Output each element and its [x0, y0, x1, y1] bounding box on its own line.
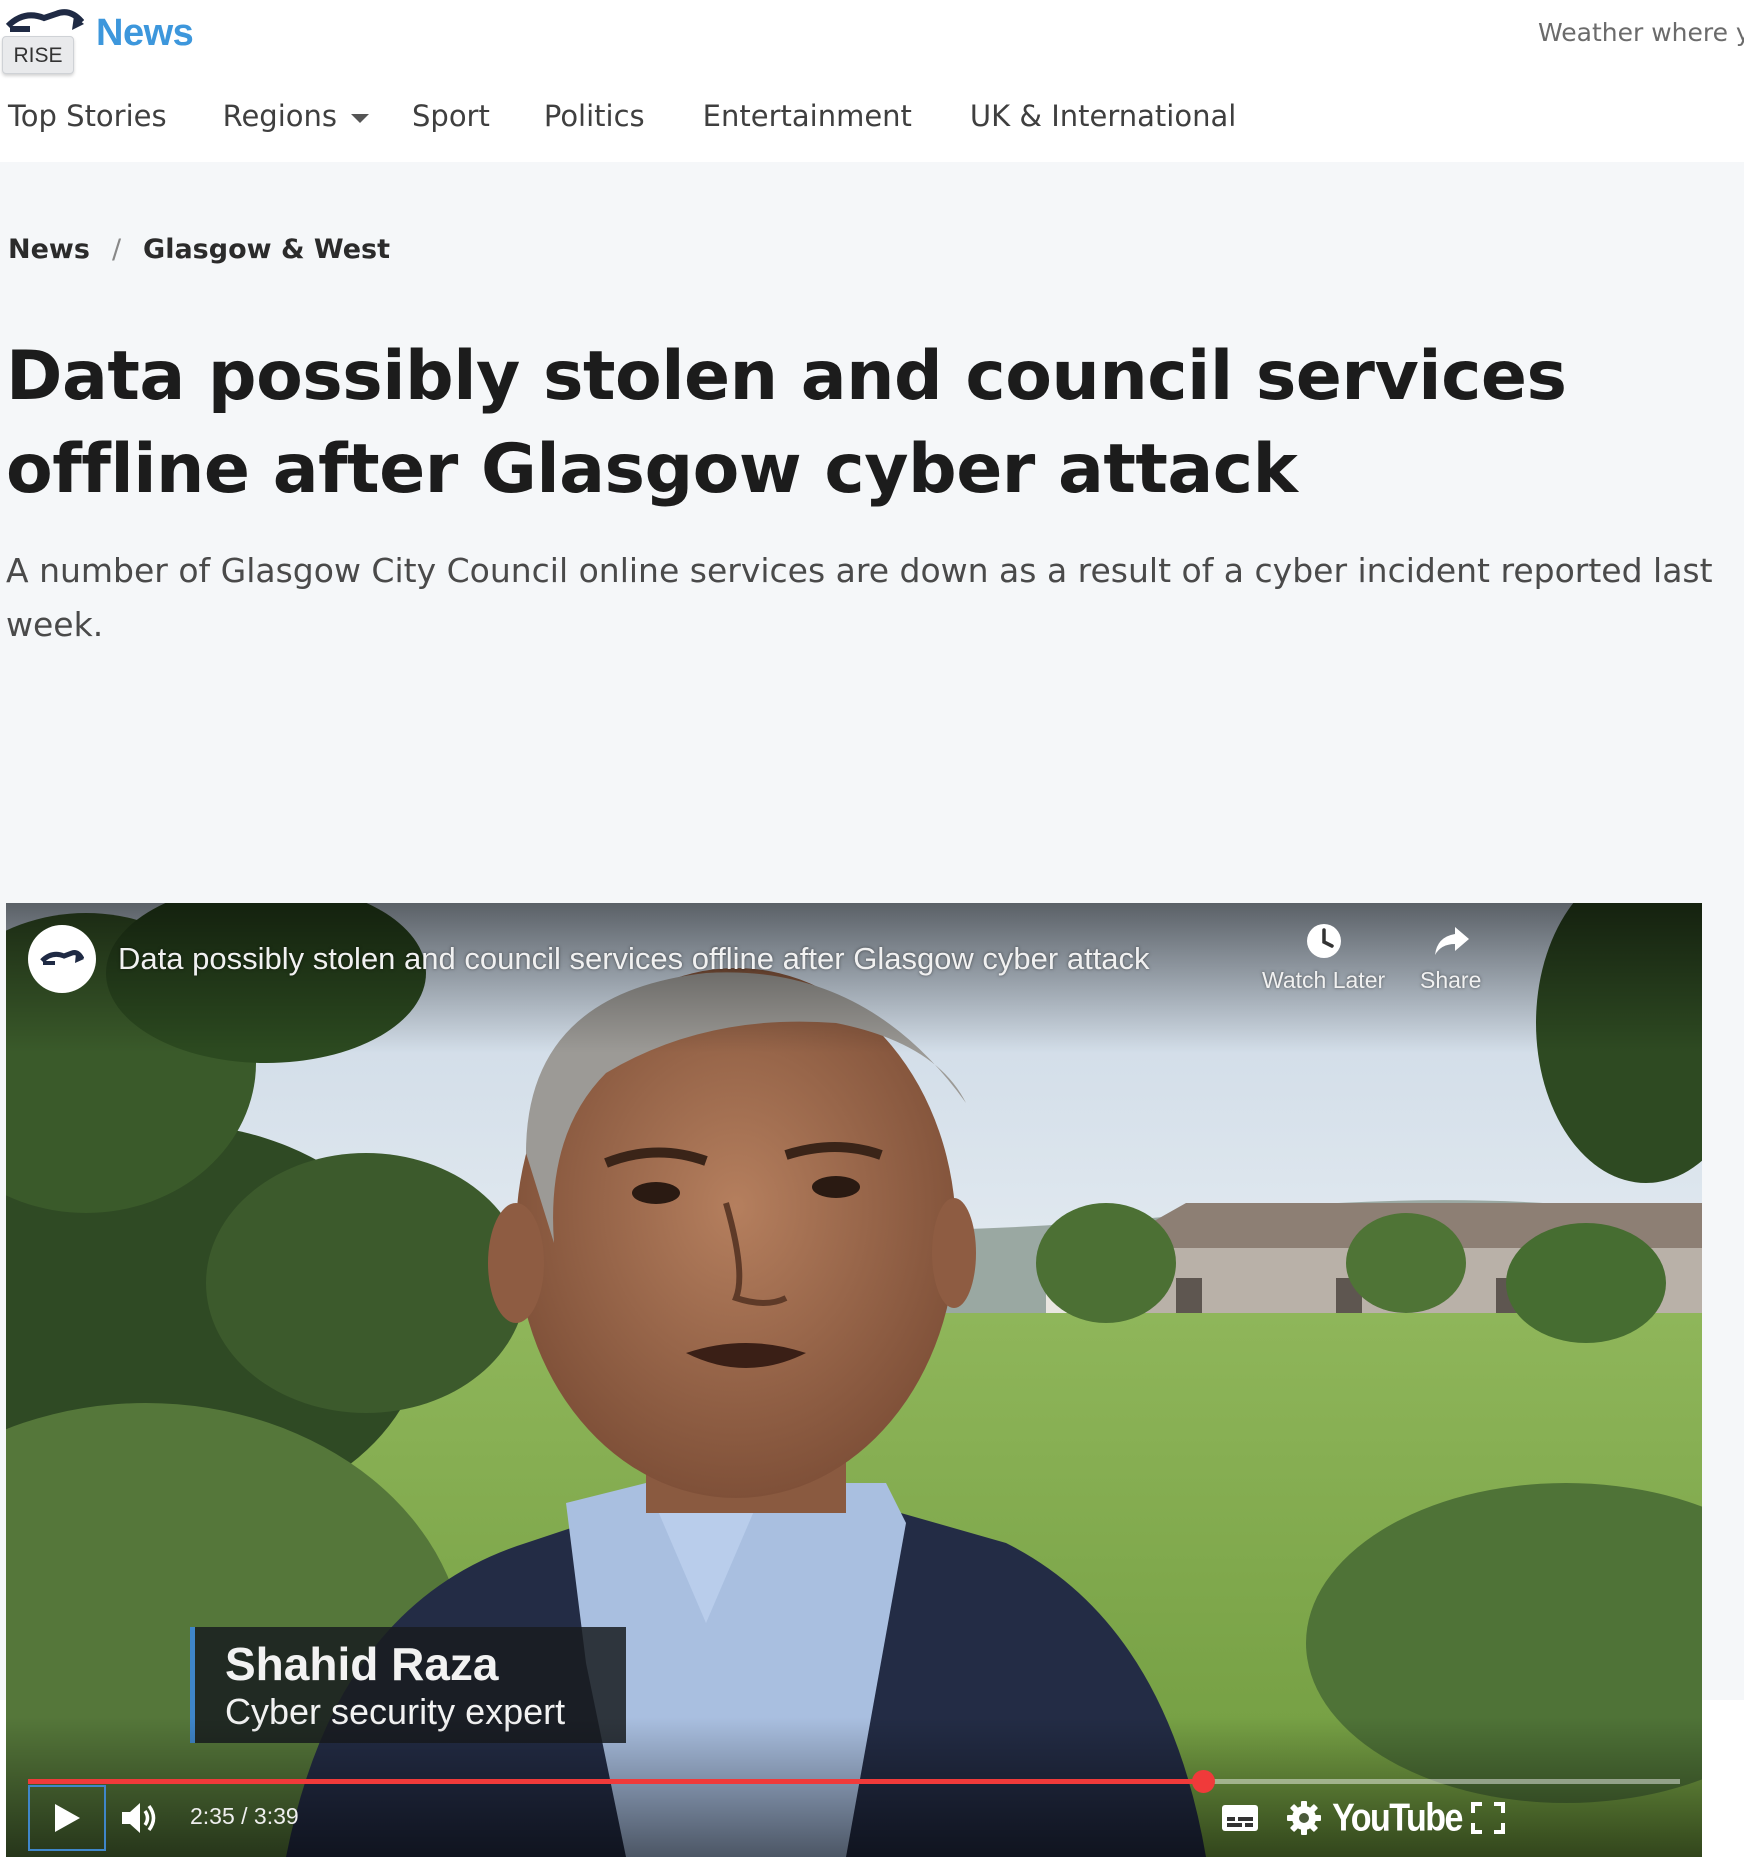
- nav-item-label: UK & International: [969, 99, 1237, 133]
- volume-icon: [122, 1803, 156, 1833]
- channel-avatar[interactable]: [28, 925, 96, 993]
- article-standfirst: A number of Glasgow City Council online …: [6, 551, 1713, 644]
- play-button[interactable]: [28, 1785, 106, 1851]
- news-brand-label[interactable]: News: [96, 12, 194, 55]
- nav-item-politics[interactable]: Politics: [544, 99, 645, 133]
- play-icon: [55, 1804, 80, 1832]
- watch-later-button[interactable]: Watch Later: [1262, 921, 1385, 994]
- nav-item-label: Top Stories: [8, 99, 167, 133]
- chevron-down-icon: [351, 114, 369, 123]
- breadcrumb: News / Glasgow & West: [8, 234, 390, 265]
- primary-nav: Top Stories Regions Sport Politics Enter…: [0, 96, 1236, 136]
- nav-item-label: Entertainment: [702, 99, 912, 133]
- progress-played: [28, 1779, 1205, 1784]
- fullscreen-icon: [1471, 1802, 1505, 1834]
- nav-item-sport[interactable]: Sport: [412, 99, 490, 133]
- share-arrow-icon: [1434, 927, 1469, 955]
- video-player[interactable]: Data possibly stolen and council service…: [6, 903, 1702, 1857]
- site-header: News RISE Weather where y Top Stories Re…: [0, 0, 1744, 162]
- youtube-logo-label: YouTube: [1332, 1795, 1463, 1840]
- breadcrumb-separator: /: [111, 234, 122, 265]
- breadcrumb-news[interactable]: News: [8, 234, 90, 265]
- nav-item-label: Politics: [543, 99, 645, 133]
- gear-icon: [1287, 1801, 1321, 1835]
- progress-bar[interactable]: [28, 1770, 1680, 1793]
- nav-item-label: Sport: [412, 99, 490, 133]
- stv-avatar-icon: [40, 950, 84, 965]
- share-button[interactable]: Share: [1420, 921, 1481, 994]
- subtitles-icon: [1222, 1805, 1258, 1831]
- nav-item-regions[interactable]: Regions: [223, 99, 369, 133]
- volume-button[interactable]: [110, 1785, 170, 1851]
- article-headline: Data possibly stolen and council service…: [6, 337, 1567, 509]
- time-display: 2:35 / 3:39: [190, 1803, 299, 1829]
- watch-later-label: Watch Later: [1262, 967, 1386, 993]
- nav-item-label: Regions: [222, 99, 337, 133]
- video-title[interactable]: Data possibly stolen and council service…: [118, 941, 1150, 977]
- rise-badge: RISE: [2, 36, 74, 74]
- nav-item-entertainment[interactable]: Entertainment: [703, 99, 912, 133]
- settings-button[interactable]: [1276, 1785, 1332, 1851]
- fullscreen-button[interactable]: [1460, 1785, 1516, 1851]
- clock-icon: [1306, 924, 1341, 958]
- share-label: Share: [1420, 967, 1482, 993]
- subtitles-button[interactable]: [1212, 1785, 1268, 1851]
- article-main: News / Glasgow & West Data possibly stol…: [0, 162, 1744, 1857]
- stv-logo[interactable]: [4, 4, 84, 40]
- breadcrumb-glasgow-west[interactable]: Glasgow & West: [143, 234, 390, 265]
- youtube-logo-button[interactable]: YouTube: [1332, 1785, 1463, 1851]
- weather-link[interactable]: Weather where y: [1538, 18, 1744, 47]
- nav-item-uk-international[interactable]: UK & International: [970, 99, 1236, 133]
- speaker-name: Shahid Raza: [225, 1638, 499, 1690]
- nav-item-top-stories[interactable]: Top Stories: [8, 99, 167, 133]
